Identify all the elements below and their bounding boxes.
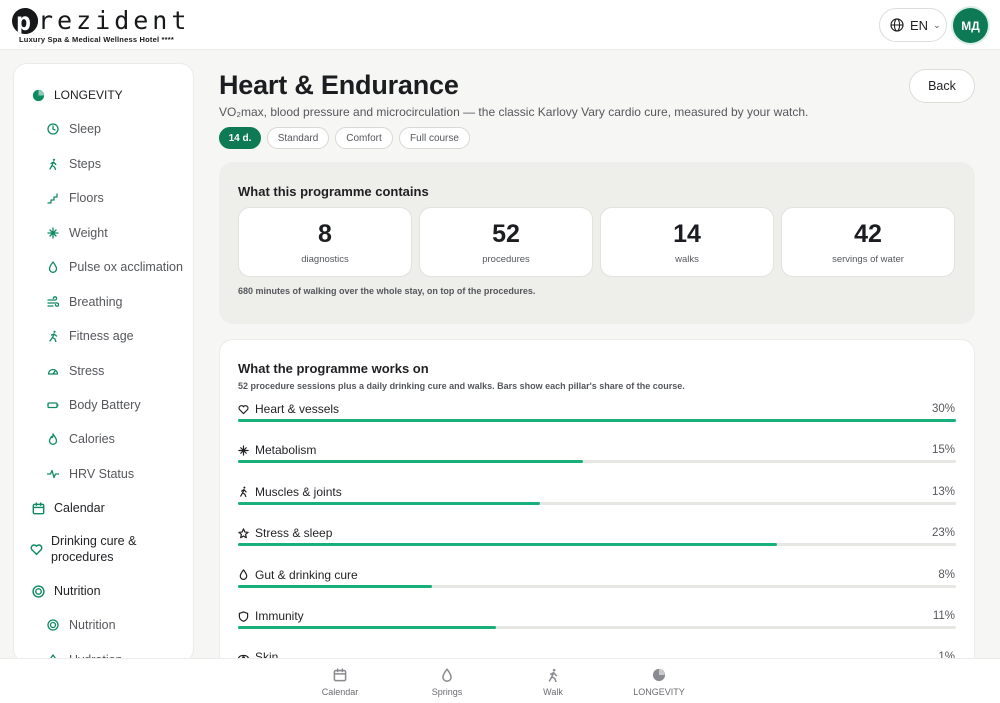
sidebar-item-label: Breathing <box>69 295 123 309</box>
back-button[interactable]: Back <box>909 69 975 103</box>
sidebar-item-label: Pulse ox acclimation <box>69 260 183 274</box>
sidebar-item-nutrition[interactable]: Nutrition <box>45 617 116 633</box>
bottom-nav-walk[interactable]: Walk <box>513 667 593 697</box>
bottom-nav-label: Walk <box>543 687 563 697</box>
sidebar-item-label: Nutrition <box>54 584 101 598</box>
sidebar-item-label: Steps <box>69 157 101 171</box>
stat-card: 14 walks <box>600 207 774 277</box>
sidebar-item-label: Body Battery <box>69 398 141 412</box>
calendar-icon <box>333 667 347 683</box>
bottom-nav-label: Calendar <box>321 687 359 697</box>
walk-icon <box>546 667 560 683</box>
sidebar-item-label: Sleep <box>69 122 101 136</box>
logo-mark: p <box>12 8 38 34</box>
focus-title: What the programme works on <box>238 361 429 376</box>
bottom-nav-calendar[interactable]: Calendar <box>300 667 380 697</box>
sidebar-item-calendar[interactable]: Calendar <box>30 500 105 516</box>
user-avatar[interactable]: МД <box>953 8 988 43</box>
clock-icon <box>45 121 61 137</box>
heart-icon <box>30 541 43 557</box>
stat-value: 8 <box>318 220 332 248</box>
stat-card: 52 procedures <box>419 207 593 277</box>
stat-card: 42 servings of water <box>781 207 955 277</box>
sidebar-item-label: Nutrition <box>69 618 116 632</box>
sidebar-item-steps[interactable]: Steps <box>45 156 101 172</box>
stat-value: 42 <box>854 220 882 248</box>
sidebar-item-body-battery[interactable]: Body Battery <box>45 397 141 413</box>
sidebar-item-stress[interactable]: Stress <box>45 363 104 379</box>
sidebar-item-fitness-age[interactable]: Fitness age <box>45 328 134 344</box>
logo-word: rezident <box>38 6 191 35</box>
stairs-icon <box>45 190 61 206</box>
sidebar-item-label: LONGEVITY <box>54 88 123 102</box>
sidebar-item-label: Weight <box>69 226 108 240</box>
sidebar-item-label: Calories <box>69 432 115 446</box>
duration-pill[interactable]: Comfort <box>335 127 393 149</box>
flame-icon <box>45 431 61 447</box>
sidebar-item-breathing[interactable]: Breathing <box>45 294 123 310</box>
duration-pill[interactable]: Standard <box>267 127 329 149</box>
sparkle-icon <box>45 225 61 241</box>
page-title: Heart & Endurance <box>219 70 459 100</box>
drop-icon <box>440 667 454 683</box>
duration-pill[interactable]: 14 d. <box>219 127 261 149</box>
sidebar-item-label: Calendar <box>54 501 105 515</box>
calendar-icon <box>30 500 46 516</box>
target-icon <box>30 583 46 599</box>
stat-label: procedures <box>482 254 530 265</box>
sidebar-item-label: Stress <box>69 364 105 378</box>
contents-title: What this programme contains <box>238 184 429 199</box>
walk-icon <box>45 156 61 172</box>
sidebar-item-label: HRV Status <box>69 467 135 481</box>
sidebar-item-label: Fitness age <box>69 329 134 343</box>
stat-label: servings of water <box>832 254 904 265</box>
chevron-down-icon: ⌄ <box>933 19 941 30</box>
stat-label: diagnostics <box>301 254 349 265</box>
wind-icon <box>45 294 61 310</box>
language-label: EN <box>910 17 929 33</box>
walking-note: 680 minutes of walking over the whole st… <box>238 286 536 296</box>
sidebar-item-label: Drinking cure & procedures <box>51 534 137 564</box>
top-bar: p rezident Luxury Spa & Medical Wellness… <box>0 0 1000 50</box>
gauge-icon <box>45 363 61 379</box>
bottom-nav: Calendar Springs Walk LONGEVITY <box>0 658 1000 703</box>
sidebar-item-drinking-cure-procedures[interactable]: Drinking cure & procedures <box>30 533 150 565</box>
stat-value: 14 <box>673 220 701 248</box>
bottom-nav-label: LONGEVITY <box>633 687 685 697</box>
sidebar: LONGEVITY Sleep Steps Floors Weight Pulse ox … <box>13 63 194 663</box>
sidebar-item-longevity[interactable]: LONGEVITY <box>30 87 123 103</box>
hotel-logo[interactable]: p rezident Luxury Spa & Medical Wellness… <box>12 6 192 46</box>
stat-card: 8 diagnostics <box>238 207 412 277</box>
bottom-nav-longevity[interactable]: LONGEVITY <box>619 667 699 697</box>
stat-value: 52 <box>492 220 520 248</box>
longevity-icon <box>30 87 46 103</box>
logo-tagline: Luxury Spa & Medical Wellness Hotel **** <box>19 35 174 44</box>
stat-label: walks <box>675 254 699 265</box>
sidebar-item-hrv-status[interactable]: HRV Status <box>45 466 134 482</box>
target-icon <box>45 617 61 633</box>
sidebar-item-weight[interactable]: Weight <box>45 225 108 241</box>
page-subtitle: VO₂max, blood pressure and microcirculat… <box>219 105 809 119</box>
battery-icon <box>45 397 61 413</box>
bottom-nav-springs[interactable]: Springs <box>407 667 487 697</box>
language-selector[interactable]: EN ⌄ <box>879 8 947 42</box>
sidebar-item-nutrition[interactable]: Nutrition <box>30 583 101 599</box>
longevity-icon <box>652 667 666 683</box>
globe-icon <box>890 18 904 32</box>
bottom-nav-label: Springs <box>431 687 463 697</box>
drop-icon <box>45 259 61 275</box>
sidebar-item-label: Floors <box>69 191 104 205</box>
sidebar-item-pulse-ox-acclimation[interactable]: Pulse ox acclimation <box>45 259 183 275</box>
sidebar-item-calories[interactable]: Calories <box>45 431 115 447</box>
duration-pill[interactable]: Full course <box>399 127 470 149</box>
pulse-icon <box>45 466 61 482</box>
sidebar-item-sleep[interactable]: Sleep <box>45 121 101 137</box>
focus-subtitle: 52 procedure sessions plus a daily drink… <box>238 381 685 391</box>
sidebar-item-floors[interactable]: Floors <box>45 190 104 206</box>
run-icon <box>45 328 61 344</box>
